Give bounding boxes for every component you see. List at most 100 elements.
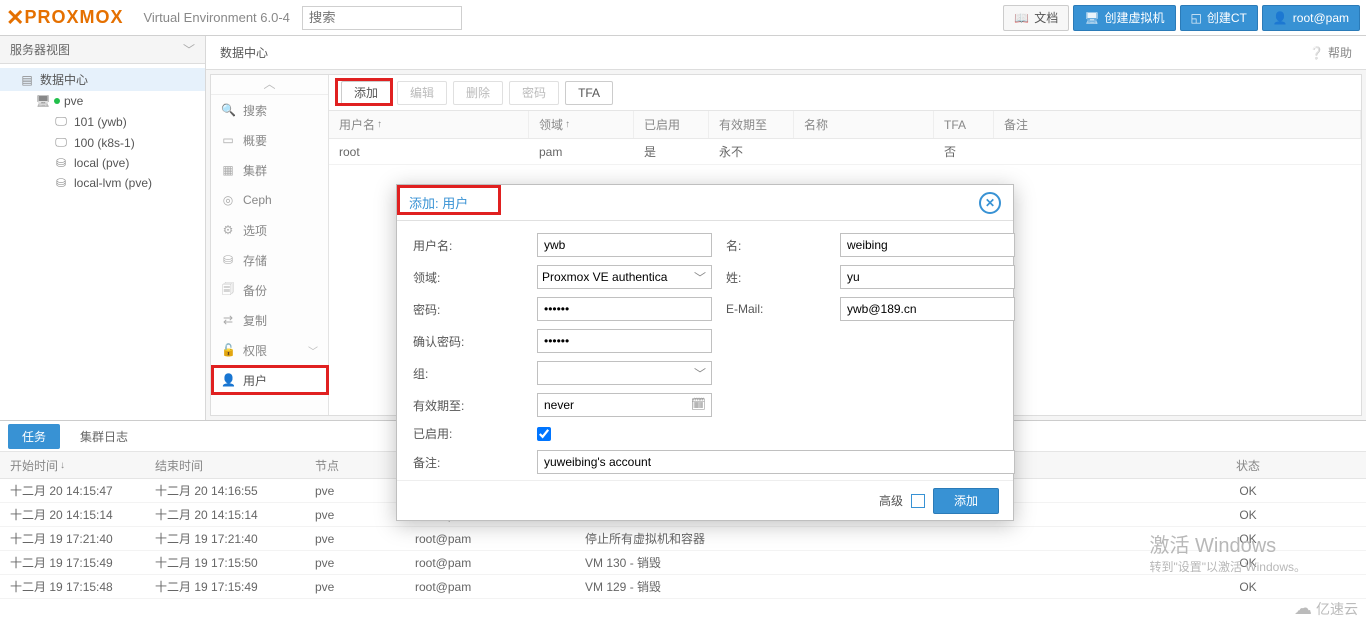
sidemenu-label: 复制 bbox=[243, 312, 267, 329]
tree-item[interactable]: 🖵101 (ywb) bbox=[0, 111, 205, 132]
advanced-checkbox[interactable] bbox=[911, 494, 925, 508]
realm-select[interactable] bbox=[537, 265, 712, 289]
tree-header-label: 服务器视图 bbox=[10, 41, 70, 58]
group-select[interactable] bbox=[537, 361, 712, 385]
tree-item-label: pve bbox=[64, 94, 83, 108]
logo-text: PROXMOX bbox=[24, 7, 123, 28]
sidemenu-item[interactable]: ▭ 概要 bbox=[211, 125, 328, 155]
task-row[interactable]: 十二月 19 17:15:48十二月 19 17:15:49pveroot@pa… bbox=[0, 575, 1366, 599]
create-ct-label: 创建CT bbox=[1207, 9, 1247, 26]
sidemenu-icon: 🔍 bbox=[221, 103, 235, 117]
sidemenu-item[interactable]: ⛁存储 bbox=[211, 245, 328, 275]
confirm-password-field[interactable] bbox=[537, 329, 712, 353]
sidemenu-item[interactable]: 🔓权限﹀ bbox=[211, 335, 328, 365]
sidemenu-label: 存储 bbox=[243, 252, 267, 269]
create-vm-button[interactable]: 🖥创建虚拟机 bbox=[1073, 5, 1175, 31]
tree-item[interactable]: ⛁local (pve) bbox=[0, 153, 205, 173]
sidemenu-label: 权限 bbox=[243, 342, 267, 359]
remove-button: 删除 bbox=[453, 81, 503, 105]
lastname-field[interactable] bbox=[840, 265, 1015, 289]
col-start-time[interactable]: 开始时间↓ bbox=[0, 452, 145, 478]
label-firstname: 名: bbox=[726, 237, 826, 254]
col-remark[interactable]: 备注 bbox=[994, 111, 1361, 138]
label-lastname: 姓: bbox=[726, 269, 826, 286]
tree-view-selector[interactable]: 服务器视图 ﹀ bbox=[0, 36, 205, 64]
firstname-field[interactable] bbox=[840, 233, 1015, 257]
tree-item[interactable]: ▤ 数据中心 bbox=[0, 68, 205, 91]
col-realm[interactable]: 领域↑ bbox=[529, 111, 634, 138]
tree-item[interactable]: 🖵 100 (k8s-1) bbox=[0, 132, 205, 153]
tfa-button[interactable]: TFA bbox=[565, 81, 613, 105]
brand-watermark: ☁ 亿速云 bbox=[1294, 598, 1358, 619]
cube-icon: ◱ bbox=[1191, 11, 1202, 25]
sidemenu-icon: ⚙ bbox=[221, 223, 235, 237]
tree-item-icon: 🖵 bbox=[52, 135, 70, 150]
advanced-label: 高级 bbox=[879, 492, 903, 509]
sidemenu-label: 概要 bbox=[243, 132, 267, 149]
sidemenu-label: 集群 bbox=[243, 162, 267, 179]
tree-item-icon: ▤ bbox=[18, 73, 36, 87]
task-row[interactable]: 十二月 19 17:21:40十二月 19 17:21:40pveroot@pa… bbox=[0, 527, 1366, 551]
help-button[interactable]: ❔帮助 bbox=[1309, 44, 1352, 61]
grid-header: 用户名↑ 领域↑ 已启用 有效期至 名称 TFA 备注 bbox=[329, 111, 1361, 139]
sidemenu-label: Ceph bbox=[243, 193, 272, 207]
col-end-time[interactable]: 结束时间 bbox=[145, 452, 305, 478]
col-name[interactable]: 名称 bbox=[794, 111, 934, 138]
table-row[interactable]: rootpam是永不否 bbox=[329, 139, 1361, 165]
global-search-input[interactable] bbox=[302, 6, 462, 30]
col-enabled[interactable]: 已启用 bbox=[634, 111, 709, 138]
tree-item-label: 数据中心 bbox=[40, 71, 88, 88]
side-menu: ︿ 🔍搜索 ▭ 概要 ▦集群◎Ceph⚙选项⛁存储🗐备份⇄复制🔓权限﹀👤用户 bbox=[211, 75, 329, 415]
label-confirm: 确认密码: bbox=[413, 333, 523, 350]
tree-item[interactable]: 🖥 pve bbox=[0, 91, 205, 111]
user-menu-button[interactable]: 👤root@pam bbox=[1262, 5, 1360, 31]
docs-button[interactable]: 📖文档 bbox=[1003, 5, 1069, 31]
grid-toolbar: 添加 编辑 删除 密码 TFA bbox=[329, 75, 1361, 111]
email-field[interactable] bbox=[840, 297, 1015, 321]
label-remark: 备注: bbox=[413, 454, 523, 471]
enabled-checkbox[interactable] bbox=[537, 427, 551, 441]
close-button[interactable]: ✕ bbox=[979, 192, 1001, 214]
create-ct-button[interactable]: ◱ 创建CT bbox=[1180, 5, 1258, 31]
sidemenu-item[interactable]: 👤用户 bbox=[211, 365, 328, 395]
user-label: root@pam bbox=[1293, 11, 1349, 25]
top-toolbar: ✕ PROXMOX Virtual Environment 6.0-4 📖文档 … bbox=[0, 0, 1366, 36]
dialog-footer: 高级 添加 bbox=[397, 480, 1013, 520]
task-row[interactable]: 十二月 19 17:15:49十二月 19 17:15:50pveroot@pa… bbox=[0, 551, 1366, 575]
col-node[interactable]: 节点 bbox=[305, 452, 405, 478]
sidemenu-item[interactable]: ⚙选项 bbox=[211, 215, 328, 245]
tree-body: ▤ 数据中心 🖥 pve 🖵101 (ywb) 🖵 100 (k8s-1) ⛁local (p… bbox=[0, 64, 205, 197]
tab-tasks[interactable]: 任务 bbox=[8, 424, 60, 449]
sidemenu-item[interactable]: 🗐备份 bbox=[211, 275, 328, 305]
logo-x-icon: ✕ bbox=[6, 5, 22, 31]
col-tfa[interactable]: TFA bbox=[934, 111, 994, 138]
sidemenu-item[interactable]: ◎Ceph bbox=[211, 185, 328, 215]
col-status[interactable]: 状态 bbox=[1130, 452, 1366, 478]
tree-item-icon: 🖥 bbox=[34, 94, 52, 108]
dialog-body: 用户名: 名: 领域: ﹀ 姓: 密码: E-Mail: 确认密码: 组: ﹀ … bbox=[397, 221, 1013, 480]
submit-add-button[interactable]: 添加 bbox=[933, 488, 999, 514]
logo: ✕ PROXMOX bbox=[6, 5, 123, 31]
sidemenu-item[interactable]: ▦集群 bbox=[211, 155, 328, 185]
sidemenu-item[interactable]: 🔍搜索 bbox=[211, 95, 328, 125]
chevron-down-icon: ﹀ bbox=[183, 41, 195, 58]
tree-item[interactable]: ⛁local-lvm (pve) bbox=[0, 173, 205, 193]
password-field[interactable] bbox=[537, 297, 712, 321]
server-tree-panel: 服务器视图 ﹀ ▤ 数据中心 🖥 pve 🖵101 (ywb) 🖵 100 (k8s-1) ⛁… bbox=[0, 36, 206, 420]
sidemenu-icon: ▭ bbox=[221, 133, 235, 147]
sort-desc-icon: ↓ bbox=[60, 460, 65, 471]
col-expire[interactable]: 有效期至 bbox=[709, 111, 794, 138]
page-title: 数据中心 bbox=[220, 44, 268, 61]
tree-item-label: 100 (k8s-1) bbox=[74, 136, 135, 150]
expire-field[interactable] bbox=[537, 393, 712, 417]
remark-field[interactable] bbox=[537, 450, 1015, 474]
sidemenu-item[interactable]: ⇄复制 bbox=[211, 305, 328, 335]
chevron-down-icon: ﹀ bbox=[694, 365, 706, 382]
add-button[interactable]: 添加 bbox=[341, 81, 391, 105]
username-field[interactable] bbox=[537, 233, 712, 257]
create-vm-label: 创建虚拟机 bbox=[1104, 9, 1164, 26]
add-user-dialog: 添加: 用户 ✕ 用户名: 名: 领域: ﹀ 姓: 密码: E-Mail: 确认… bbox=[396, 184, 1014, 521]
tab-cluster-log[interactable]: 集群日志 bbox=[66, 424, 142, 449]
side-collapse-toggle[interactable]: ︿ bbox=[211, 75, 328, 95]
col-username[interactable]: 用户名↑ bbox=[329, 111, 529, 138]
